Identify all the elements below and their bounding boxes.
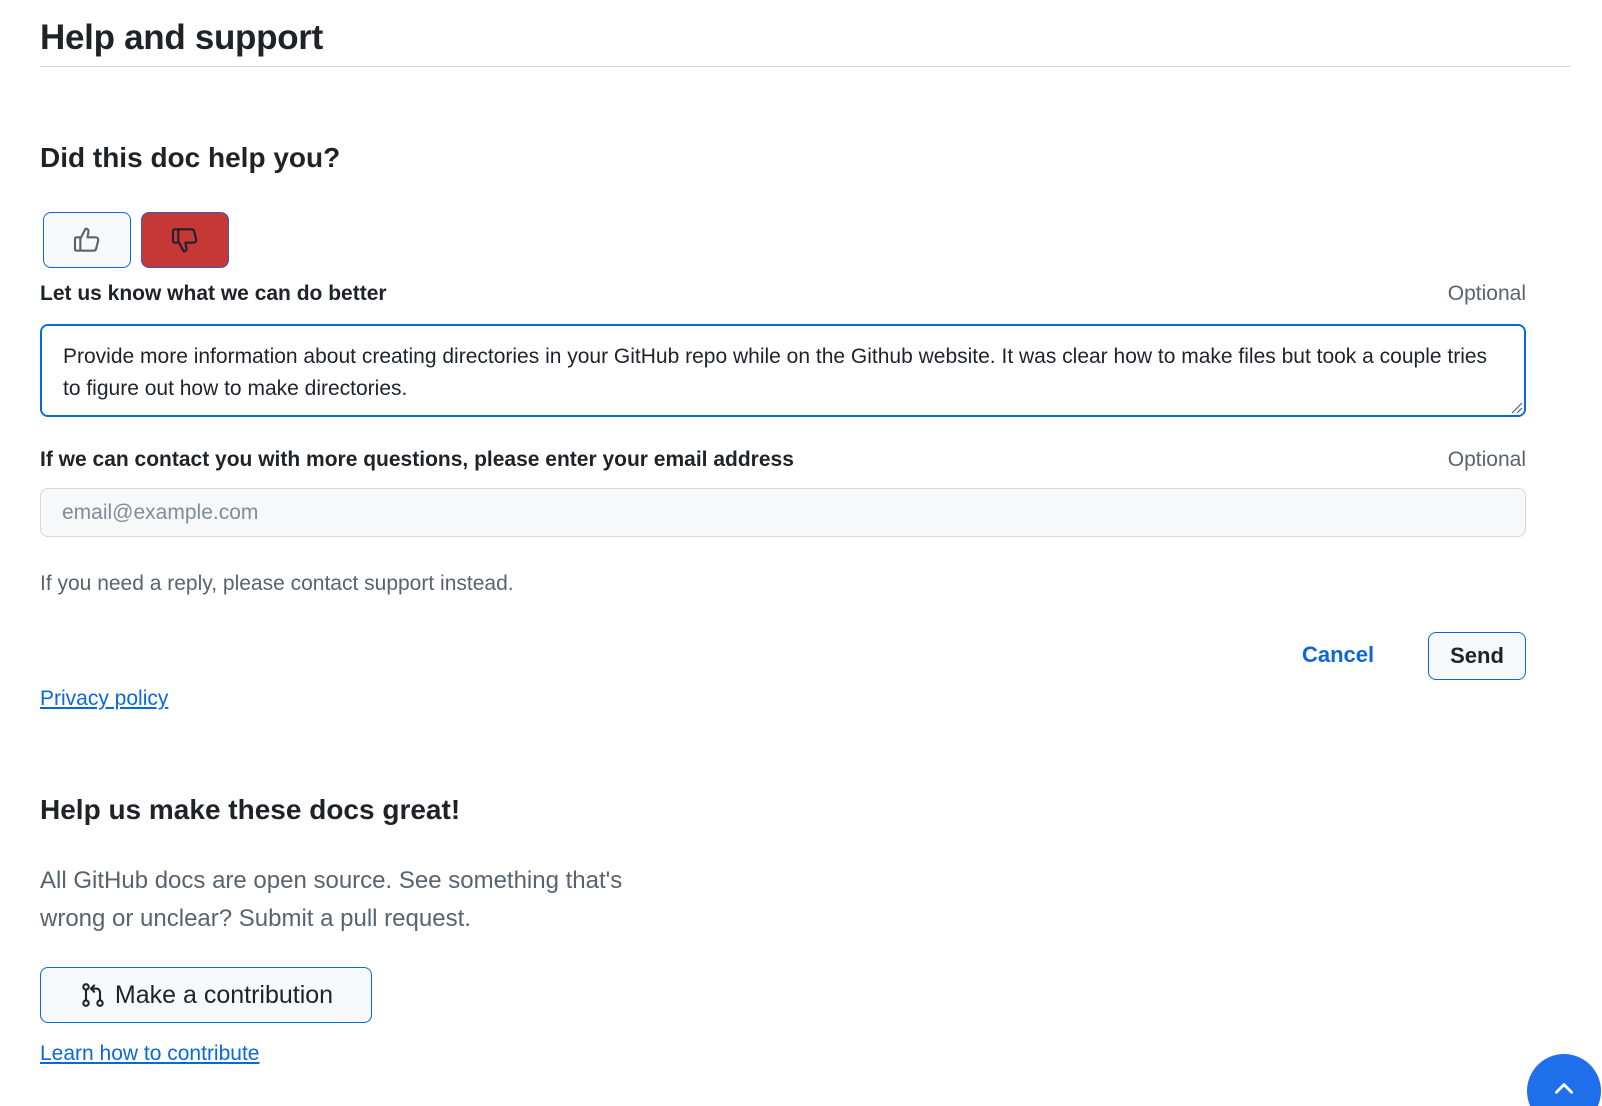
reply-note: If you need a reply, please contact supp… bbox=[40, 572, 514, 595]
details-label: Let us know what we can do better bbox=[40, 282, 387, 305]
learn-to-contribute-link[interactable]: Learn how to contribute bbox=[40, 1042, 259, 1066]
resize-grip-icon[interactable] bbox=[1511, 402, 1523, 414]
chevron-up-icon bbox=[1555, 1083, 1573, 1094]
details-optional-tag: Optional bbox=[1447, 282, 1526, 305]
thumbs-down-icon bbox=[171, 228, 198, 253]
send-button[interactable]: Send bbox=[1428, 632, 1526, 680]
section-divider bbox=[40, 66, 1570, 67]
thumbs-up-button[interactable] bbox=[43, 212, 131, 268]
email-optional-tag: Optional bbox=[1447, 448, 1526, 471]
feedback-question: Did this doc help you? bbox=[40, 142, 341, 173]
make-contribution-button[interactable]: Make a contribution bbox=[40, 967, 372, 1023]
scroll-to-top-button[interactable] bbox=[1527, 1054, 1601, 1106]
privacy-policy-link[interactable]: Privacy policy bbox=[40, 687, 168, 711]
help-and-support-page: Help and support Did this doc help you? … bbox=[0, 0, 1602, 1106]
feedback-details-textarea[interactable]: Provide more information about creating … bbox=[40, 324, 1526, 417]
make-contribution-label: Make a contribution bbox=[114, 980, 334, 1009]
thumbs-down-button[interactable] bbox=[141, 212, 229, 268]
contribute-title: Help us make these docs great! bbox=[40, 794, 461, 825]
section-title: Help and support bbox=[40, 18, 323, 57]
contribute-text: All GitHub docs are open source. See som… bbox=[40, 867, 623, 932]
thumbs-up-icon bbox=[73, 227, 100, 252]
cancel-button[interactable]: Cancel bbox=[1302, 642, 1374, 668]
git-pull-request-icon bbox=[82, 983, 104, 1007]
email-label: If we can contact you with more question… bbox=[40, 448, 794, 471]
email-input[interactable] bbox=[40, 488, 1526, 537]
